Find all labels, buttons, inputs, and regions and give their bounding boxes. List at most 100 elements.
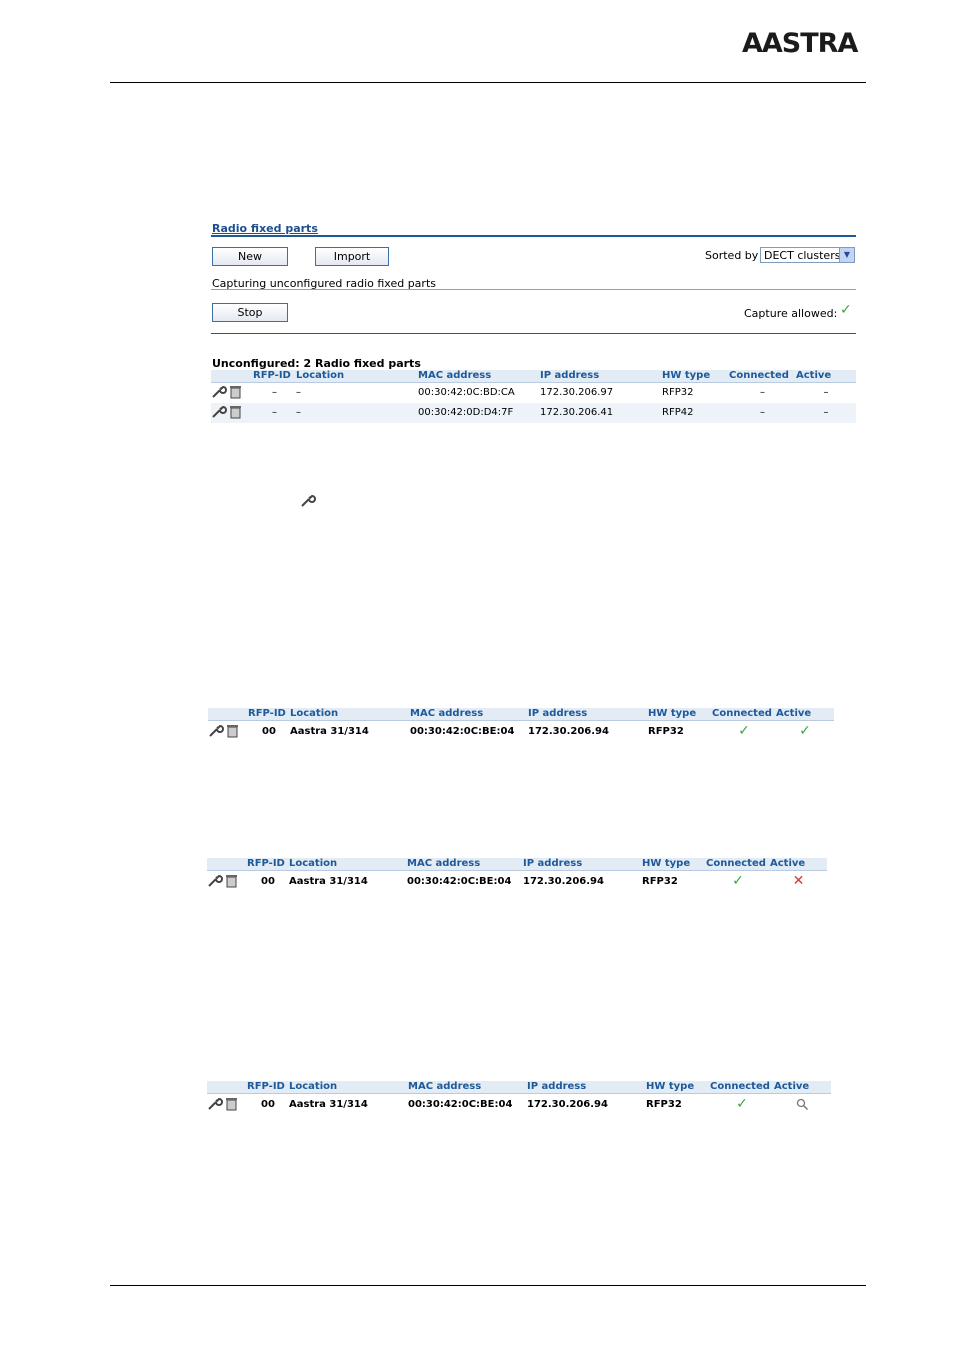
table-row: 00 Aastra 31/314 00:30:42:0C:BE:04 172.3… — [207, 1094, 831, 1117]
title-divider — [211, 235, 856, 237]
check-icon: ✓ — [738, 723, 750, 739]
row-actions — [207, 1094, 247, 1117]
check-icon: ✓ — [840, 302, 852, 318]
cell-connected: ✓ — [712, 721, 776, 744]
column-header-location[interactable]: Location — [289, 858, 407, 871]
cross-icon: ✕ — [792, 873, 805, 889]
magnifier-icon — [796, 1098, 809, 1110]
unconfigured-table: RFP-ID Location MAC address IP address H… — [211, 370, 856, 423]
column-header-mac[interactable]: MAC address — [410, 708, 528, 721]
column-header-ip[interactable]: IP address — [527, 1081, 646, 1094]
example-table-inactive: RFP-ID Location MAC address IP address H… — [207, 858, 827, 893]
wrench-icon[interactable] — [207, 874, 223, 888]
column-header-mac[interactable]: MAC address — [408, 1081, 527, 1094]
column-header-hw-type[interactable]: HW type — [642, 858, 706, 871]
cell-hw-type: RFP32 — [662, 387, 694, 398]
cell-ip: 172.30.206.94 — [523, 876, 604, 887]
cell-location: Aastra 31/314 — [290, 726, 369, 737]
column-header-location[interactable]: Location — [296, 370, 418, 383]
column-header-hw-type[interactable]: HW type — [648, 708, 712, 721]
wrench-icon — [301, 494, 316, 507]
check-icon: ✓ — [732, 873, 744, 889]
cell-mac: 00:30:42:0C:BD:CA — [418, 387, 515, 398]
new-button[interactable]: New — [212, 247, 288, 266]
icons-header — [208, 708, 248, 721]
column-header-rfp-id[interactable]: RFP-ID — [248, 708, 290, 721]
cell-location: – — [296, 403, 418, 423]
cell-mac: 00:30:42:0C:BE:04 — [410, 726, 515, 737]
column-header-active[interactable]: Active — [774, 1081, 831, 1094]
column-header-connected[interactable]: Connected — [729, 370, 796, 383]
table-header-row: RFP-ID Location MAC address IP address H… — [207, 858, 827, 871]
column-header-active[interactable]: Active — [776, 708, 834, 721]
cell-ip: 172.30.206.97 — [540, 387, 614, 398]
row-actions — [208, 721, 248, 744]
sort-select-value: DECT clusters — [764, 249, 841, 262]
cell-hw-type: RFP32 — [648, 726, 684, 737]
example-table-active: RFP-ID Location MAC address IP address H… — [208, 708, 834, 743]
cell-location: Aastra 31/314 — [289, 1099, 368, 1110]
table-row: 00 Aastra 31/314 00:30:42:0C:BE:04 172.3… — [208, 721, 834, 744]
table-row: – – 00:30:42:0C:BD:CA 172.30.206.97 RFP3… — [211, 383, 856, 404]
table-row: – – 00:30:42:0D:D4:7F 172.30.206.41 RFP4… — [211, 403, 856, 423]
wrench-icon[interactable] — [211, 385, 227, 399]
unconfigured-heading: Unconfigured: 2 Radio fixed parts — [212, 357, 421, 370]
wrench-icon[interactable] — [208, 724, 224, 738]
cell-mac: 00:30:42:0C:BE:04 — [408, 1099, 513, 1110]
section-divider — [211, 333, 856, 334]
header-rule — [110, 82, 866, 83]
column-header-active[interactable]: Active — [796, 370, 856, 383]
column-header-connected[interactable]: Connected — [706, 858, 770, 871]
table-header-row: RFP-ID Location MAC address IP address H… — [208, 708, 834, 721]
wrench-icon[interactable] — [211, 405, 227, 419]
column-header-hw-type[interactable]: HW type — [646, 1081, 710, 1094]
cell-rfp-id: 00 — [262, 726, 276, 737]
sorted-by-label: Sorted by — [705, 249, 759, 262]
column-header-hw-type[interactable]: HW type — [662, 370, 729, 383]
cell-active: – — [823, 387, 829, 398]
column-header-mac[interactable]: MAC address — [418, 370, 540, 383]
cell-active: ✕ — [770, 871, 827, 894]
cell-active — [774, 1094, 831, 1117]
trash-icon[interactable] — [227, 724, 239, 738]
cell-connected: – — [760, 387, 765, 398]
panel-title[interactable]: Radio fixed parts — [212, 222, 318, 235]
capture-allowed-label: Capture allowed: — [744, 307, 838, 320]
column-header-rfp-id[interactable]: RFP-ID — [253, 370, 296, 383]
trash-icon[interactable] — [230, 405, 242, 419]
column-header-location[interactable]: Location — [289, 1081, 408, 1094]
cell-rfp-id: 00 — [261, 1099, 275, 1110]
row-actions — [207, 871, 247, 894]
sort-select[interactable]: DECT clusters ▼ — [760, 247, 855, 263]
cell-active: ✓ — [776, 721, 834, 744]
column-header-rfp-id[interactable]: RFP-ID — [247, 1081, 289, 1094]
chevron-down-icon[interactable]: ▼ — [839, 248, 854, 262]
import-button[interactable]: Import — [315, 247, 389, 266]
column-header-location[interactable]: Location — [290, 708, 410, 721]
column-header-connected[interactable]: Connected — [710, 1081, 774, 1094]
wrench-icon[interactable] — [207, 1097, 223, 1111]
cell-active: – — [796, 403, 856, 423]
column-header-active[interactable]: Active — [770, 858, 827, 871]
cell-connected: ✓ — [710, 1094, 774, 1117]
trash-icon[interactable] — [230, 385, 242, 399]
column-header-ip[interactable]: IP address — [523, 858, 642, 871]
column-header-rfp-id[interactable]: RFP-ID — [247, 858, 289, 871]
footer-rule — [110, 1285, 866, 1286]
table-row: 00 Aastra 31/314 00:30:42:0C:BE:04 172.3… — [207, 871, 827, 894]
trash-icon[interactable] — [226, 1097, 238, 1111]
cell-rfp-id: 00 — [261, 876, 275, 887]
column-header-ip[interactable]: IP address — [540, 370, 662, 383]
check-icon: ✓ — [736, 1096, 748, 1112]
cell-ip: 172.30.206.41 — [540, 403, 662, 423]
table-header-row: RFP-ID Location MAC address IP address H… — [211, 370, 856, 383]
cell-connected: – — [729, 403, 796, 423]
cell-hw-type: RFP32 — [646, 1099, 682, 1110]
column-header-ip[interactable]: IP address — [528, 708, 648, 721]
cell-mac: 00:30:42:0C:BE:04 — [407, 876, 512, 887]
column-header-connected[interactable]: Connected — [712, 708, 776, 721]
column-header-mac[interactable]: MAC address — [407, 858, 523, 871]
stop-button[interactable]: Stop — [212, 303, 288, 322]
trash-icon[interactable] — [226, 874, 238, 888]
cell-connected: ✓ — [706, 871, 770, 894]
